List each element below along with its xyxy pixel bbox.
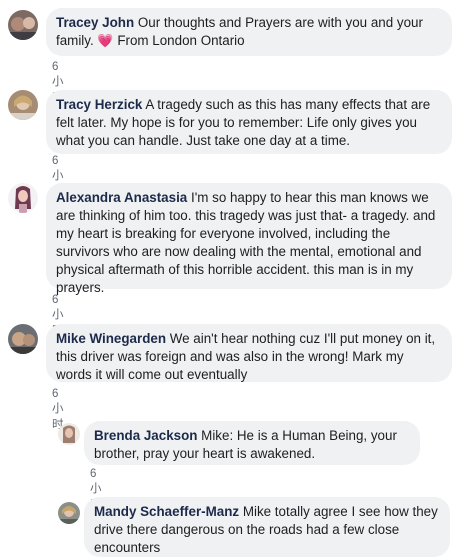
heart-emoji-icon: 💗 xyxy=(97,33,114,48)
comment-bubble: Tracey John Our thoughts and Prayers are… xyxy=(46,8,452,56)
commenter-name[interactable]: Tracy Herzick xyxy=(56,97,142,112)
avatar[interactable] xyxy=(8,90,38,120)
comment-bubble: Mike Winegarden We ain't hear nothing cu… xyxy=(46,324,452,382)
commenter-name[interactable]: Mike Winegarden xyxy=(56,331,166,346)
comment-text: I'm so happy to hear this man knows we a… xyxy=(56,190,436,295)
reply-bubble: Mandy Schaeffer-Manz Mike totally agree … xyxy=(84,497,450,557)
reply-bubble: Brenda Jackson Mike: He is a Human Being… xyxy=(84,421,420,465)
avatar[interactable] xyxy=(8,10,38,40)
commenter-name[interactable]: Mandy Schaeffer-Manz xyxy=(94,504,239,519)
avatar[interactable] xyxy=(8,324,38,354)
comment-text-continued: From London Ontario xyxy=(113,33,245,48)
avatar[interactable] xyxy=(58,423,80,445)
commenter-name[interactable]: Brenda Jackson xyxy=(94,428,197,443)
comment-bubble: Tracy Herzick A tragedy such as this has… xyxy=(46,90,452,154)
commenter-name[interactable]: Tracey John xyxy=(56,15,134,30)
comment-bubble: Alexandra Anastasia I'm so happy to hear… xyxy=(46,183,452,295)
commenter-name[interactable]: Alexandra Anastasia xyxy=(56,190,187,205)
avatar[interactable] xyxy=(8,183,38,213)
avatar[interactable] xyxy=(58,502,80,524)
